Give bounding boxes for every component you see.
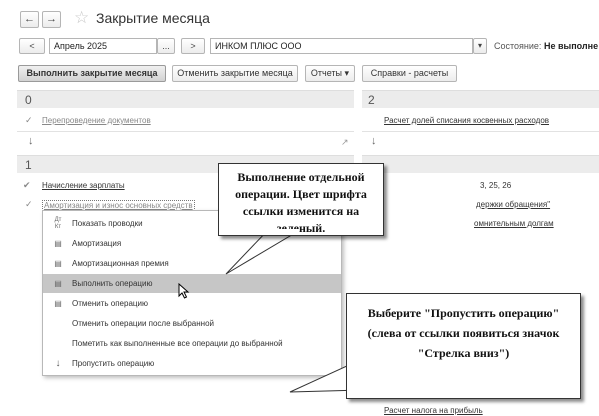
callout-execute-operation: Выполнение отдельной операции. Цвет шриф… xyxy=(218,163,384,236)
callout-joint xyxy=(347,360,352,392)
callout-joint xyxy=(269,229,299,235)
callout-skip-operation: Выберите "Пропустить операцию" (слева от… xyxy=(346,293,581,399)
